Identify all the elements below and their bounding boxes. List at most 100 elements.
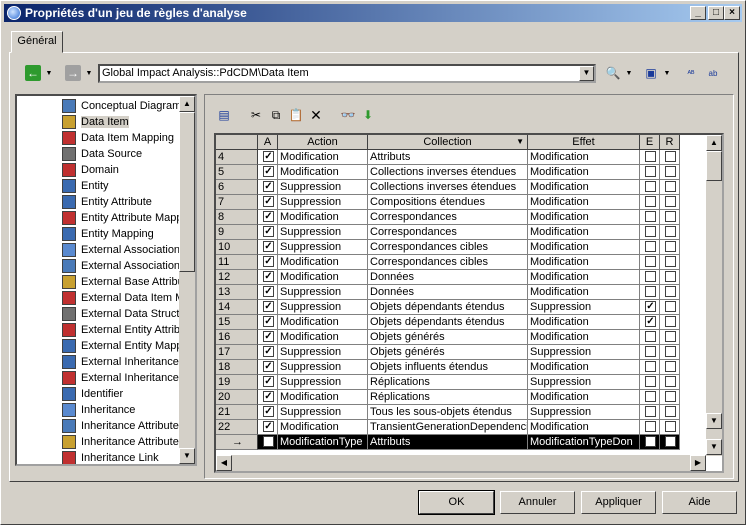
action-cell[interactable]: Suppression	[278, 285, 368, 300]
row-number[interactable]: 8	[216, 210, 258, 225]
collection-cell[interactable]: Objets dépendants étendus	[368, 300, 528, 315]
active-checkbox[interactable]: ✓	[263, 241, 274, 252]
find-dropdown-icon[interactable]: ▼	[621, 65, 637, 81]
effet-cell[interactable]: Modification	[528, 240, 640, 255]
active-checkbox[interactable]: ✓	[263, 211, 274, 222]
checkbox-cell-e[interactable]	[640, 210, 660, 225]
scroll-left-icon[interactable]: ◀	[216, 455, 232, 471]
action-cell[interactable]: ModificationType	[278, 435, 368, 450]
table-row[interactable]: 19 ✓ Suppression Réplications Suppression	[216, 375, 680, 390]
collection-cell[interactable]: Objets générés	[368, 345, 528, 360]
effet-cell[interactable]: Suppression	[528, 405, 640, 420]
r-checkbox[interactable]	[665, 151, 676, 162]
save-dropdown-icon[interactable]: ▼	[659, 65, 675, 81]
checkbox-cell-r[interactable]	[660, 435, 680, 450]
back-dropdown-icon[interactable]: ▼	[41, 65, 57, 81]
row-number[interactable]: 21	[216, 405, 258, 420]
e-checkbox[interactable]: ✓	[645, 301, 656, 312]
table-row[interactable]: 9 ✓ Suppression Correspondances Modification	[216, 225, 680, 240]
spell-check-icon[interactable]: ᴬᴮ	[683, 65, 699, 81]
effet-cell[interactable]: Modification	[528, 195, 640, 210]
back-arrow-icon[interactable]: ←	[25, 65, 41, 81]
checkbox-cell-r[interactable]	[660, 180, 680, 195]
e-checkbox[interactable]	[645, 211, 656, 222]
row-number[interactable]: 12	[216, 270, 258, 285]
checkbox-cell-e[interactable]: ✓	[640, 435, 660, 450]
row-number[interactable]: 15	[216, 315, 258, 330]
active-checkbox[interactable]: ✓	[263, 301, 274, 312]
collection-cell[interactable]: Correspondances	[368, 225, 528, 240]
table-row[interactable]: → ✓ ModificationType Attributs ModificationT…	[216, 435, 680, 450]
checkbox-cell-e[interactable]	[640, 255, 660, 270]
row-number[interactable]: 7	[216, 195, 258, 210]
row-number[interactable]: 5	[216, 165, 258, 180]
effet-cell[interactable]: Modification	[528, 360, 640, 375]
r-checkbox[interactable]	[665, 241, 676, 252]
checkbox-cell-e[interactable]	[640, 165, 660, 180]
checkbox-cell-r[interactable]	[660, 255, 680, 270]
tree-item[interactable]: Conceptual Diagram	[62, 98, 181, 114]
action-cell[interactable]: Suppression	[278, 375, 368, 390]
table-row[interactable]: 11 ✓ Modification Correspondances cibles Mod…	[216, 255, 680, 270]
action-cell[interactable]: Modification	[278, 315, 368, 330]
checkbox-cell-r[interactable]	[660, 375, 680, 390]
r-checkbox[interactable]	[665, 166, 676, 177]
tree-item[interactable]: Entity Mapping	[62, 226, 154, 242]
row-number[interactable]: 9	[216, 225, 258, 240]
e-checkbox[interactable]	[645, 166, 656, 177]
table-row[interactable]: 13 ✓ Suppression Données Modification	[216, 285, 680, 300]
active-checkbox[interactable]: ✓	[263, 196, 274, 207]
tree-item[interactable]: External Base Attribut	[62, 274, 187, 290]
r-checkbox[interactable]	[665, 346, 676, 357]
table-row[interactable]: 21 ✓ Suppression Tous les sous-objets étend…	[216, 405, 680, 420]
row-number[interactable]: 22	[216, 420, 258, 435]
action-cell[interactable]: Suppression	[278, 300, 368, 315]
delete-icon[interactable]: ✕	[308, 107, 324, 123]
e-checkbox[interactable]	[645, 151, 656, 162]
checkbox-cell-a[interactable]: ✓	[258, 390, 278, 405]
action-cell[interactable]: Modification	[278, 420, 368, 435]
scroll-right-icon[interactable]: ▶	[690, 455, 706, 471]
row-number[interactable]: 11	[216, 255, 258, 270]
checkbox-cell-r[interactable]	[660, 390, 680, 405]
row-number[interactable]: 14	[216, 300, 258, 315]
tree-item[interactable]: Inheritance Attribute M	[62, 434, 191, 450]
table-row[interactable]: 16 ✓ Modification Objets générés Modificatio…	[216, 330, 680, 345]
checkbox-cell-e[interactable]	[640, 225, 660, 240]
checkbox-cell-e[interactable]	[640, 150, 660, 165]
r-checkbox[interactable]	[665, 406, 676, 417]
r-checkbox[interactable]	[665, 376, 676, 387]
effet-cell[interactable]: Modification	[528, 255, 640, 270]
checkbox-cell-e[interactable]	[640, 405, 660, 420]
e-checkbox[interactable]	[645, 196, 656, 207]
checkbox-cell-e[interactable]: ✓	[640, 315, 660, 330]
action-cell[interactable]: Modification	[278, 255, 368, 270]
active-checkbox[interactable]: ✓	[263, 361, 274, 372]
checkbox-cell-e[interactable]	[640, 240, 660, 255]
row-number[interactable]: 20	[216, 390, 258, 405]
checkbox-cell-r[interactable]	[660, 165, 680, 180]
help-button[interactable]: Aide	[662, 491, 737, 514]
save-icon[interactable]: ▣	[643, 65, 659, 81]
action-cell[interactable]: Suppression	[278, 180, 368, 195]
tree-item[interactable]: External Data Structu	[62, 306, 186, 322]
active-checkbox[interactable]: ✓	[263, 391, 274, 402]
effet-cell[interactable]: Modification	[528, 180, 640, 195]
grid-hscrollbar[interactable]: ◀ ▶	[216, 455, 706, 471]
grid-scrollbar[interactable]: ▲ ▼ ▼	[706, 135, 722, 456]
r-checkbox[interactable]	[665, 436, 676, 447]
checkbox-cell-a[interactable]: ✓	[258, 165, 278, 180]
active-checkbox[interactable]: ✓	[263, 286, 274, 297]
effet-cell[interactable]: Modification	[528, 390, 640, 405]
table-row[interactable]: 14 ✓ Suppression Objets dépendants étendus S…	[216, 300, 680, 315]
tree-item[interactable]: Inheritance Link	[62, 450, 159, 464]
grid-scroll-thumb[interactable]	[706, 151, 722, 181]
e-checkbox[interactable]	[645, 376, 656, 387]
tree-item[interactable]: Inheritance	[62, 402, 135, 418]
filter-icon[interactable]: ⬇	[360, 107, 376, 123]
table-row[interactable]: 4 ✓ Modification Attributs Modification	[216, 150, 680, 165]
add-row-icon[interactable]: ▤	[216, 107, 232, 123]
checkbox-cell-r[interactable]	[660, 360, 680, 375]
active-checkbox[interactable]: ✓	[263, 166, 274, 177]
grid-scroll-down-icon[interactable]: ▼	[706, 413, 722, 429]
